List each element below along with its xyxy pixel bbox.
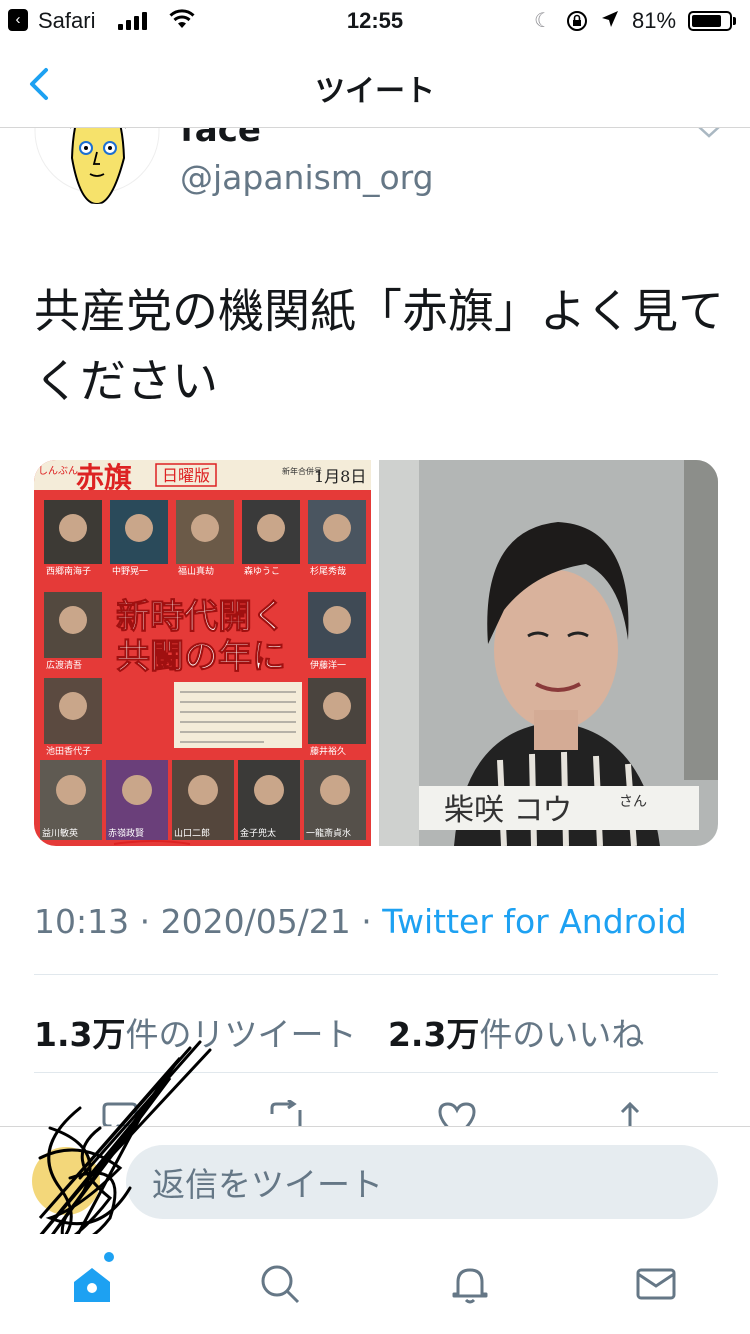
tab-bar	[0, 1234, 750, 1334]
notifications-icon[interactable]	[448, 1262, 492, 1306]
portrait-caption-suffix: さん	[619, 794, 647, 810]
tweet-media[interactable]: しんぶん 赤旗 日曜版 新年合併号 1月8日 新時代開く 共闘の年に 西郷南海子…	[34, 460, 718, 846]
name-label: 山口二郎	[174, 827, 210, 839]
user-avatar[interactable]	[30, 1145, 102, 1217]
share-icon[interactable]	[610, 1100, 650, 1126]
masthead-prefix: しんぶん	[38, 465, 78, 477]
reply-bar: 返信をツイート	[0, 1126, 750, 1234]
tweet-text: 共産党の機関紙「赤旗」よく見てください	[34, 284, 724, 408]
location-icon	[602, 11, 618, 27]
meta-separator: ·	[350, 902, 383, 941]
headline-line-1: 新時代開く	[116, 597, 286, 637]
page-title: ツイート	[315, 74, 435, 109]
name-label: 一龍斎貞水	[306, 827, 351, 839]
tweet-stats: 1.3万件のリツイート 2.3万件のいいね	[34, 1008, 644, 1056]
likes-stat[interactable]: 2.3万件のいいね	[388, 1015, 644, 1054]
status-bar: ‹ Safari 12:55 ☾ 81%	[0, 0, 750, 40]
author-avatar[interactable]	[34, 128, 160, 204]
tweet-detail: face™ @japanism_org 共産党の機関紙「赤旗」よく見てください …	[0, 128, 750, 1126]
name-label: 益川敏英	[42, 827, 78, 839]
likes-label: 件のいいね	[479, 1015, 645, 1054]
tweet-date: 2020/05/21	[160, 902, 351, 941]
do-not-disturb-icon: ☾	[534, 10, 552, 32]
rotation-lock-icon	[567, 11, 587, 31]
battery-tip	[733, 17, 736, 25]
name-label: 金子兜太	[240, 827, 276, 839]
name-label: 赤嶺政賢	[108, 827, 144, 839]
reply-placeholder: 返信をツイート	[152, 1165, 383, 1204]
chevron-down-icon[interactable]	[696, 128, 722, 140]
tweet-time: 10:13	[34, 902, 130, 941]
messages-icon[interactable]	[634, 1262, 678, 1306]
media-image-newspaper[interactable]: しんぶん 赤旗 日曜版 新年合併号 1月8日 新時代開く 共闘の年に 西郷南海子…	[34, 460, 371, 846]
name-label: 伊藤洋一	[310, 659, 346, 671]
navigation-bar: ツイート	[0, 40, 750, 128]
name-label: 森ゆうこ	[244, 565, 280, 577]
name-label: 杉尾秀哉	[310, 565, 346, 577]
battery-level	[692, 15, 722, 27]
edition: 日曜版	[162, 466, 210, 485]
headline-line-2: 共闘の年に	[116, 637, 286, 677]
divider	[34, 1072, 718, 1073]
media-image-portrait[interactable]: 柴咲 コウ さん	[379, 460, 718, 846]
tweet-meta: 10:13 · 2020/05/21 · Twitter for Android	[34, 902, 687, 941]
retweet-icon[interactable]	[264, 1100, 308, 1126]
author-handle[interactable]: @japanism_org	[180, 158, 434, 197]
name-label: 西郷南海子	[46, 565, 91, 577]
media-grid: しんぶん 赤旗 日曜版 新年合併号 1月8日 新時代開く 共闘の年に 西郷南海子…	[34, 460, 718, 846]
name-label: 中野晃一	[112, 565, 148, 577]
likes-count: 2.3万	[387, 1015, 480, 1054]
battery-percent: 81%	[632, 8, 677, 33]
name-label: 池田香代子	[46, 745, 91, 757]
author-display-name[interactable]: face™	[180, 128, 295, 150]
reply-input[interactable]: 返信をツイート	[126, 1145, 718, 1219]
meta-separator: ·	[129, 902, 161, 941]
retweets-count: 1.3万	[34, 1015, 126, 1054]
portrait-caption: 柴咲 コウ	[444, 793, 572, 828]
issue-date: 1月8日	[314, 467, 366, 486]
divider	[34, 974, 718, 975]
retweets-stat[interactable]: 1.3万件のリツイート	[34, 1015, 356, 1054]
home-icon[interactable]	[70, 1262, 114, 1306]
reply-icon[interactable]	[100, 1100, 140, 1126]
name-label: 福山真劫	[178, 565, 214, 577]
tweet-source-link[interactable]: Twitter for Android	[382, 902, 687, 941]
name-label: 広渡清吾	[46, 659, 82, 671]
new-content-indicator	[104, 1252, 114, 1262]
like-icon[interactable]	[436, 1100, 478, 1126]
name-label: 藤井裕久	[310, 745, 346, 757]
tweet-actions	[0, 1100, 750, 1126]
retweets-label: 件のリツイート	[125, 1015, 357, 1054]
masthead: 赤旗	[76, 461, 132, 494]
search-icon[interactable]	[258, 1262, 302, 1306]
battery-icon	[688, 11, 732, 31]
